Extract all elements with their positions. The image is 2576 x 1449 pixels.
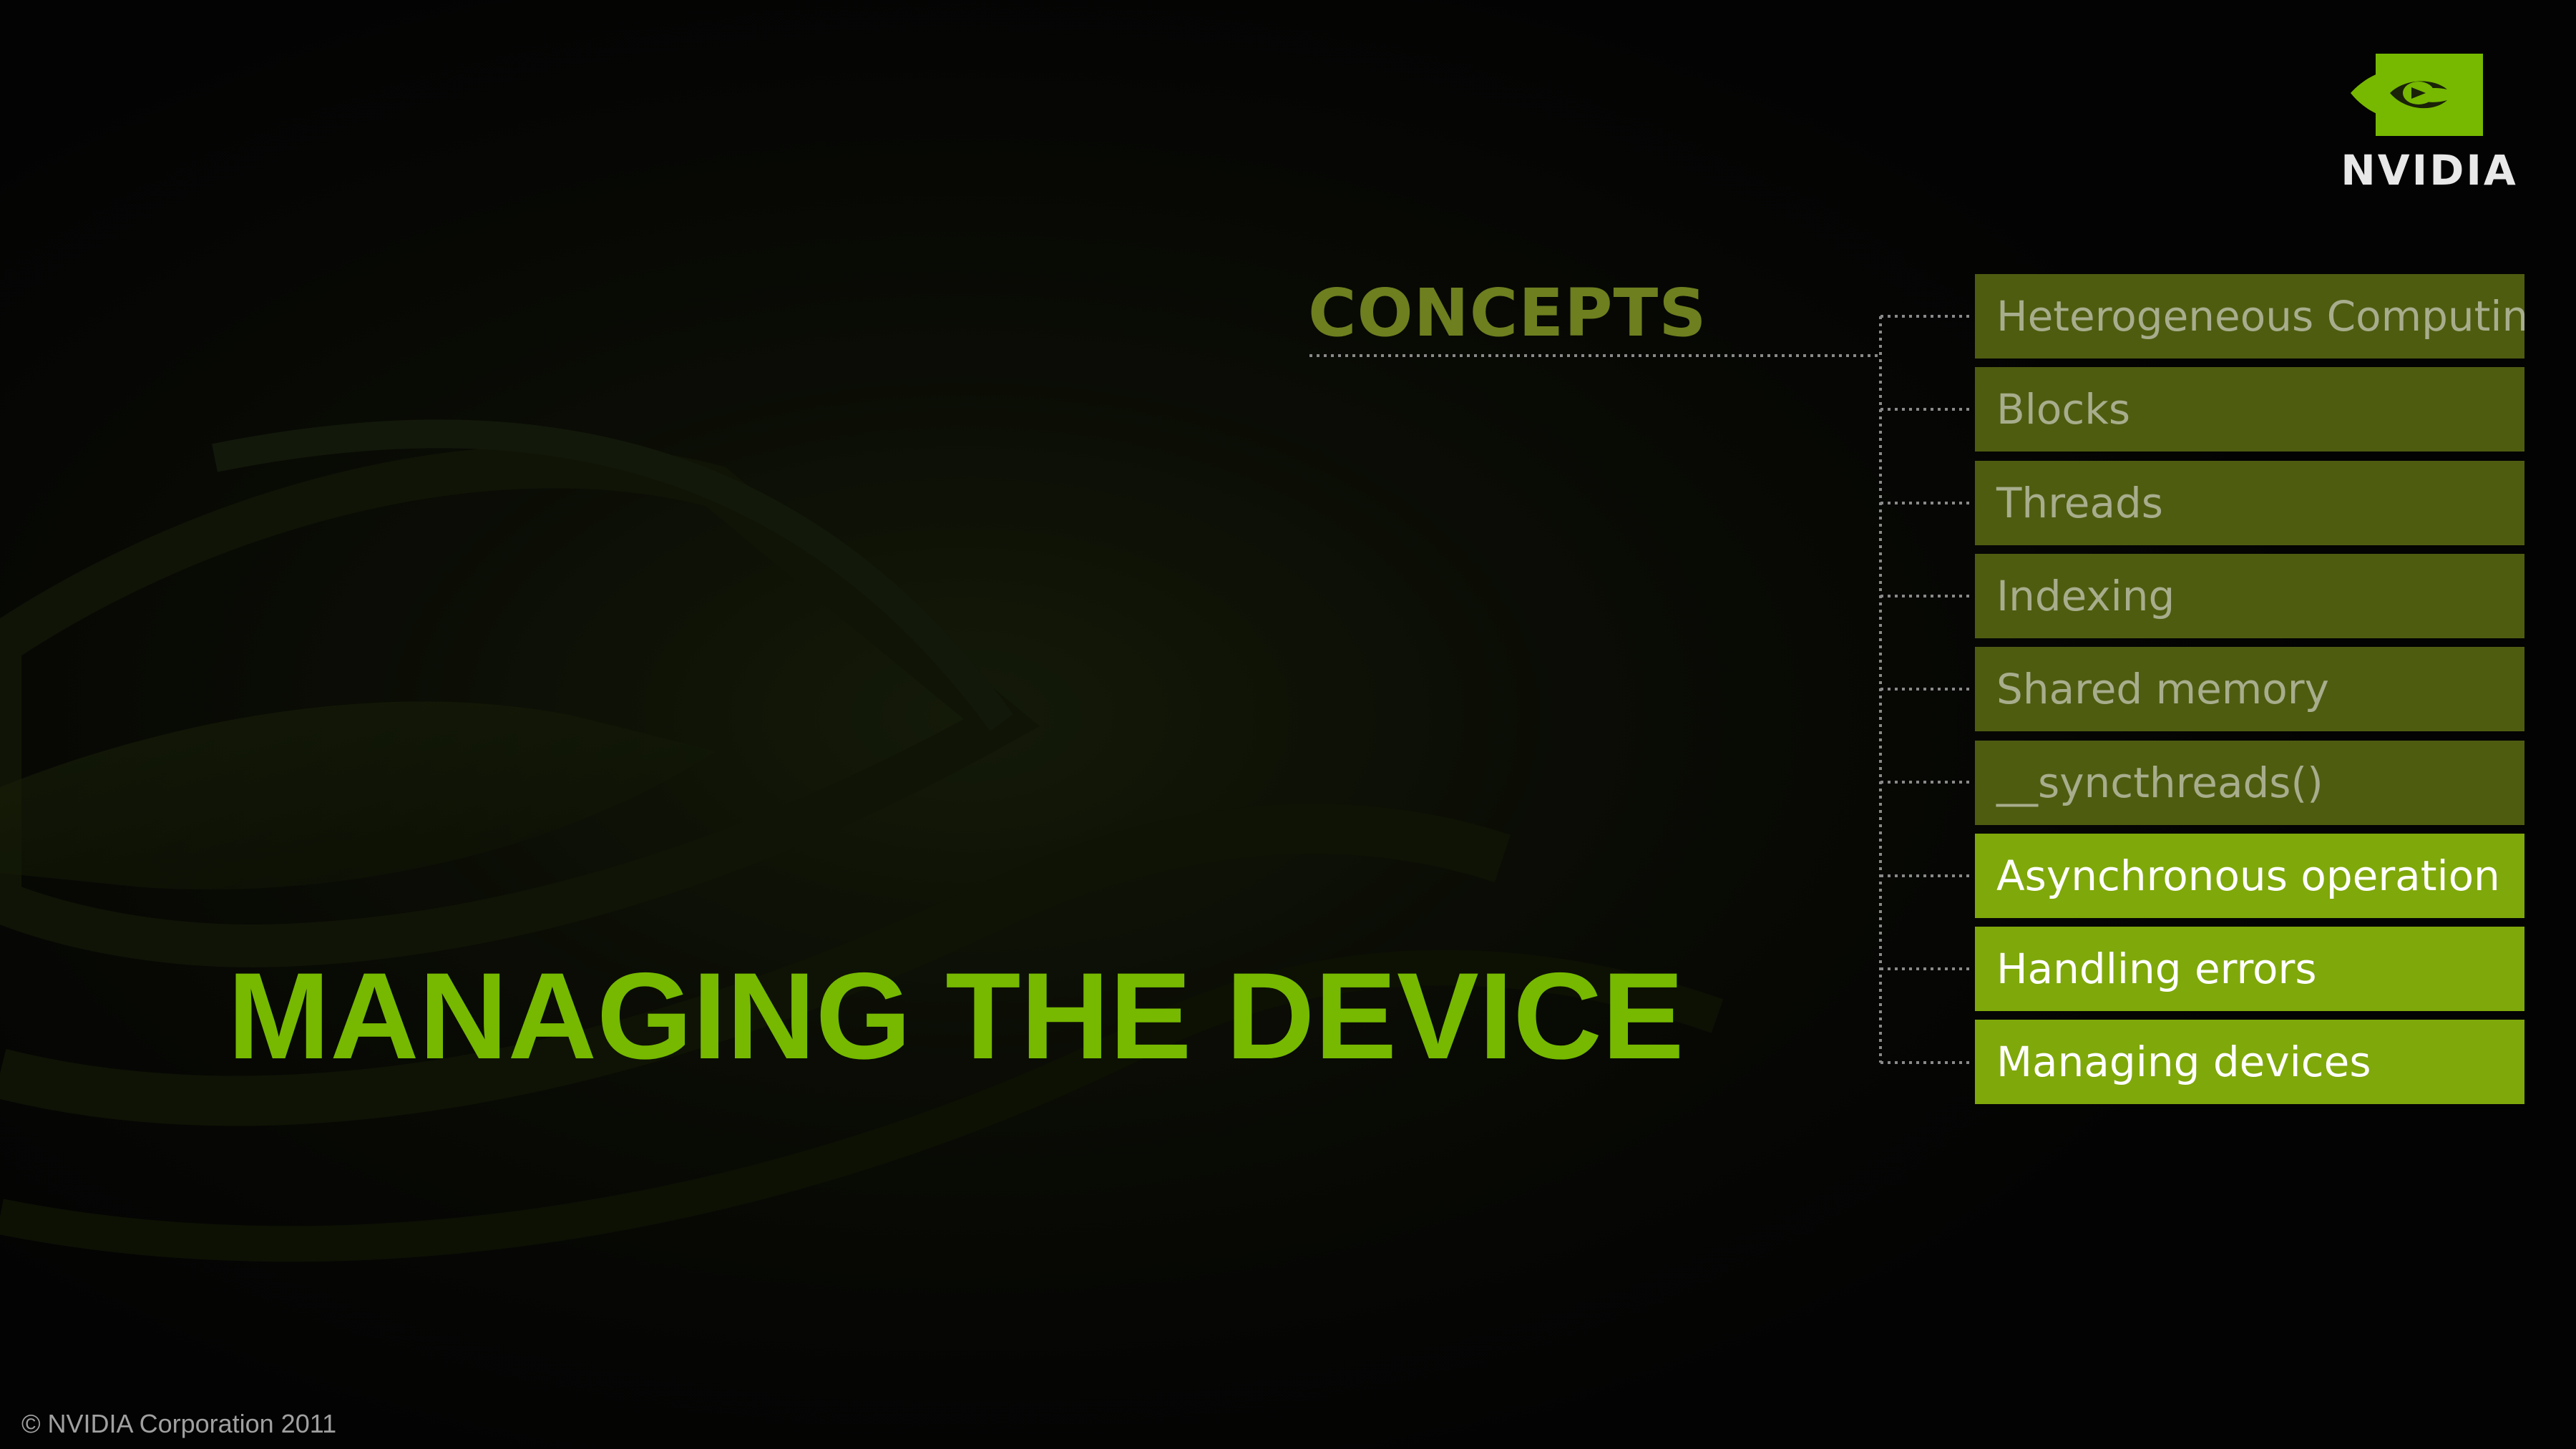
slide: NVIDIA CONCEPTS Heterogeneous Computing B… xyxy=(0,0,2576,1449)
copyright-notice: © NVIDIA Corporation 2011 xyxy=(21,1409,337,1438)
concept-item: Heterogeneous Computing xyxy=(1975,274,2524,358)
concept-item: Asynchronous operation xyxy=(1975,833,2524,918)
concept-item: __syncthreads() xyxy=(1975,740,2524,825)
concept-item: Managing devices xyxy=(1975,1020,2524,1105)
slide-title: MANAGING THE DEVICE xyxy=(228,947,1684,1085)
concept-item: Handling errors xyxy=(1975,927,2524,1012)
concept-item: Threads xyxy=(1975,460,2524,545)
concept-item: Indexing xyxy=(1975,553,2524,638)
concept-item: Shared memory xyxy=(1975,647,2524,732)
concept-item: Blocks xyxy=(1975,367,2524,452)
